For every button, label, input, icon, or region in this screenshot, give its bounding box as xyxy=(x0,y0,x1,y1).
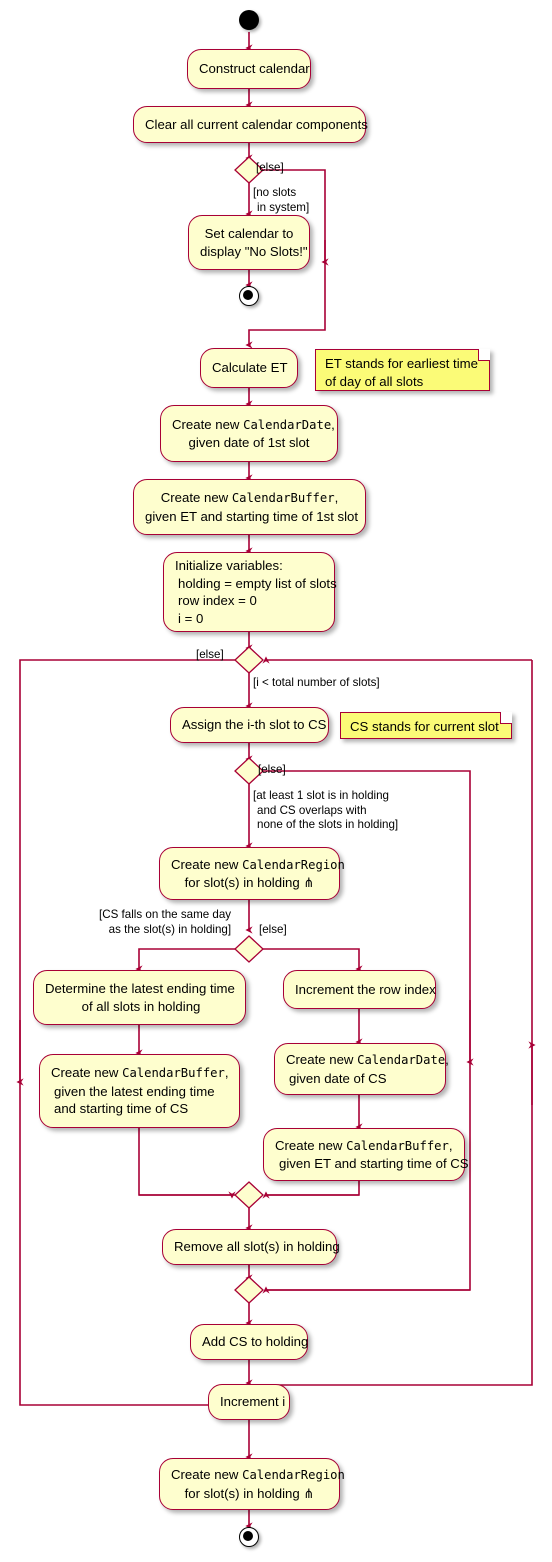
activity-label: given the latest ending time xyxy=(54,1083,215,1099)
activity-label: Assign the i-th slot to CS xyxy=(182,717,327,733)
activity-label: given date of 1st slot xyxy=(188,435,310,450)
activity-label: Clear all current calendar components xyxy=(145,116,368,132)
activity-label: Create new CalendarRegion xyxy=(171,1466,345,1485)
activity-label: Determine the latest ending time xyxy=(45,981,235,996)
guard-else-same-day: [else] xyxy=(259,923,287,936)
activity-label: Create new CalendarRegion xyxy=(171,856,345,875)
guard-line: in system] xyxy=(257,200,310,214)
activity-label: given ET and starting time of CS xyxy=(279,1156,469,1171)
text-part: Create new xyxy=(172,416,244,432)
activity-label: i = 0 xyxy=(178,610,204,626)
text-part: , xyxy=(334,490,339,505)
text-part: Create new xyxy=(275,1137,347,1153)
activity-create-calendar-buffer-first[interactable]: Create new CalendarBuffer, given ET and … xyxy=(133,479,366,535)
activity-label: row index = 0 xyxy=(178,593,257,608)
activity-increment-i[interactable]: Increment i xyxy=(208,1384,290,1420)
activity-label: Calculate ET xyxy=(212,360,288,376)
activity-label: Set calendar to xyxy=(204,226,294,241)
activity-create-buffer-latest[interactable]: Create new CalendarBuffer, given the lat… xyxy=(39,1054,240,1128)
guard-else-loop: [else] xyxy=(196,648,224,661)
activity-label: Add CS to holding xyxy=(202,1334,309,1350)
guard-no-slots-in-system: [no slots in system] xyxy=(253,186,309,215)
activity-label: for slot(s) in holding ⋔ xyxy=(184,1485,315,1501)
activity-add-cs-to-holding[interactable]: Add CS to holding xyxy=(190,1324,308,1360)
note-line: ET stands for earliest time xyxy=(325,356,478,371)
guard-line: none of the slots in holding] xyxy=(257,818,399,831)
activity-label: Create new CalendarBuffer, xyxy=(275,1137,453,1156)
guard-line: [CS falls on the same day xyxy=(99,908,232,921)
class-name: CalendarDate xyxy=(243,417,332,432)
activity-label: given date of CS xyxy=(289,1070,387,1086)
activity-label: of all slots in holding xyxy=(81,998,201,1014)
activity-determine-latest-ending[interactable]: Determine the latest ending time of all … xyxy=(33,970,246,1025)
activity-remove-holding[interactable]: Remove all slot(s) in holding xyxy=(162,1229,340,1265)
end-node-no-slots xyxy=(239,286,259,306)
note-fold-corner xyxy=(500,712,512,724)
start-node xyxy=(239,10,259,30)
activity-create-calendar-region-final[interactable]: Create new CalendarRegion for slot(s) in… xyxy=(159,1458,345,1510)
activity-label: Initialize variables: xyxy=(175,558,283,573)
activity-create-buffer-cs[interactable]: Create new CalendarBuffer, given ET and … xyxy=(263,1128,469,1181)
class-name: CalendarRegion xyxy=(242,857,345,872)
activity-label: Increment the row index xyxy=(295,981,436,997)
text-part: Create new xyxy=(286,1052,358,1067)
guard-line: and CS overlaps with xyxy=(257,803,367,817)
text-part: , xyxy=(445,1052,449,1067)
activity-label: holding = empty list of slots xyxy=(178,575,337,591)
activity-label: display "No Slots!" xyxy=(200,243,308,259)
text-part: , xyxy=(224,1065,229,1081)
activity-initialize-variables[interactable]: Initialize variables: holding = empty li… xyxy=(163,552,337,632)
end-node-final xyxy=(239,1527,259,1547)
note-cs-definition: CS stands for current slot xyxy=(340,712,512,739)
text-part: , xyxy=(331,416,335,432)
activity-create-calendar-date-first[interactable]: Create new CalendarDate, given date of 1… xyxy=(160,405,338,462)
activity-clear-components[interactable]: Clear all current calendar components xyxy=(133,106,368,143)
activity-label: Increment i xyxy=(220,1394,286,1410)
class-name: CalendarRegion xyxy=(242,1468,345,1482)
activity-label: Construct calendar xyxy=(199,61,310,77)
activity-diagram-canvas: Construct calendar Clear all current cal… xyxy=(0,0,552,1562)
guard-loop-condition: [i < total number of slots] xyxy=(253,676,380,689)
text-part: Create new xyxy=(171,856,243,872)
class-name: CalendarBuffer xyxy=(346,1138,449,1153)
text-part: Create new xyxy=(160,490,232,505)
text-part: , xyxy=(448,1137,453,1153)
activity-create-calendar-region-loop[interactable]: Create new CalendarRegion for slot(s) in… xyxy=(159,847,345,900)
note-fold-corner xyxy=(478,349,490,361)
text-part: Create new xyxy=(171,1467,243,1482)
activity-construct-calendar[interactable]: Construct calendar xyxy=(187,49,311,89)
activity-label: Remove all slot(s) in holding xyxy=(174,1239,340,1255)
activity-label: Create new CalendarBuffer, xyxy=(145,489,354,508)
class-name: CalendarBuffer xyxy=(122,1066,225,1081)
guard-else-no-slots: [else] xyxy=(256,161,284,174)
guard-line: [at least 1 slot is in holding xyxy=(253,789,389,802)
activity-label: Create new CalendarDate, xyxy=(286,1051,449,1070)
guard-same-day-condition: [CS falls on the same day as the slot(s)… xyxy=(99,908,231,937)
activity-label: for slot(s) in holding ⋔ xyxy=(184,875,315,890)
activity-assign-cs[interactable]: Assign the i-th slot to CS xyxy=(170,707,329,743)
text-part: Create new xyxy=(51,1065,123,1081)
note-line: CS stands for current slot xyxy=(350,719,499,734)
activity-calculate-et[interactable]: Calculate ET xyxy=(200,348,298,388)
class-name: CalendarDate xyxy=(357,1053,446,1067)
guard-overlap-condition: [at least 1 slot is in holding and CS ov… xyxy=(253,789,398,833)
activity-increment-row-index[interactable]: Increment the row index xyxy=(283,970,436,1009)
note-et-definition: ET stands for earliest time of day of al… xyxy=(315,349,490,391)
activity-label: and starting time of CS xyxy=(54,1101,189,1117)
activity-set-no-slots[interactable]: Set calendar to display "No Slots!" xyxy=(188,215,310,270)
activity-create-calendar-date-cs[interactable]: Create new CalendarDate, given date of C… xyxy=(274,1043,449,1095)
activity-label: given ET and starting time of 1st slot xyxy=(145,508,359,524)
guard-line: as the slot(s) in holding] xyxy=(108,922,232,936)
guard-else-overlap: [else] xyxy=(258,763,286,776)
guard-line: [no slots xyxy=(253,186,297,199)
activity-label: Create new CalendarDate, xyxy=(172,416,335,435)
note-line: of day of all slots xyxy=(325,373,424,389)
activity-label: Create new CalendarBuffer, xyxy=(51,1064,229,1083)
class-name: CalendarBuffer xyxy=(231,491,335,505)
